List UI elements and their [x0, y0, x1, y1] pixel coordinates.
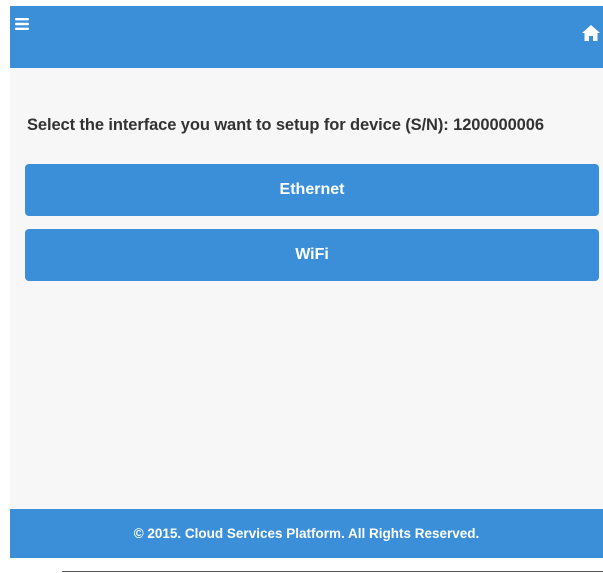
app-window: Select the interface you want to setup f…	[10, 6, 603, 558]
home-icon[interactable]	[581, 24, 601, 42]
hamburger-menu-icon[interactable]	[14, 16, 30, 32]
screen: Select the interface you want to setup f…	[0, 0, 603, 573]
top-navigation-bar	[10, 6, 603, 68]
footer-copyright: © 2015. Cloud Services Platform. All Rig…	[10, 509, 603, 558]
ethernet-button[interactable]: Ethernet	[25, 164, 599, 216]
divider-line	[62, 571, 603, 572]
wifi-button[interactable]: WiFi	[25, 229, 599, 281]
interface-selection-prompt: Select the interface you want to setup f…	[27, 116, 544, 134]
